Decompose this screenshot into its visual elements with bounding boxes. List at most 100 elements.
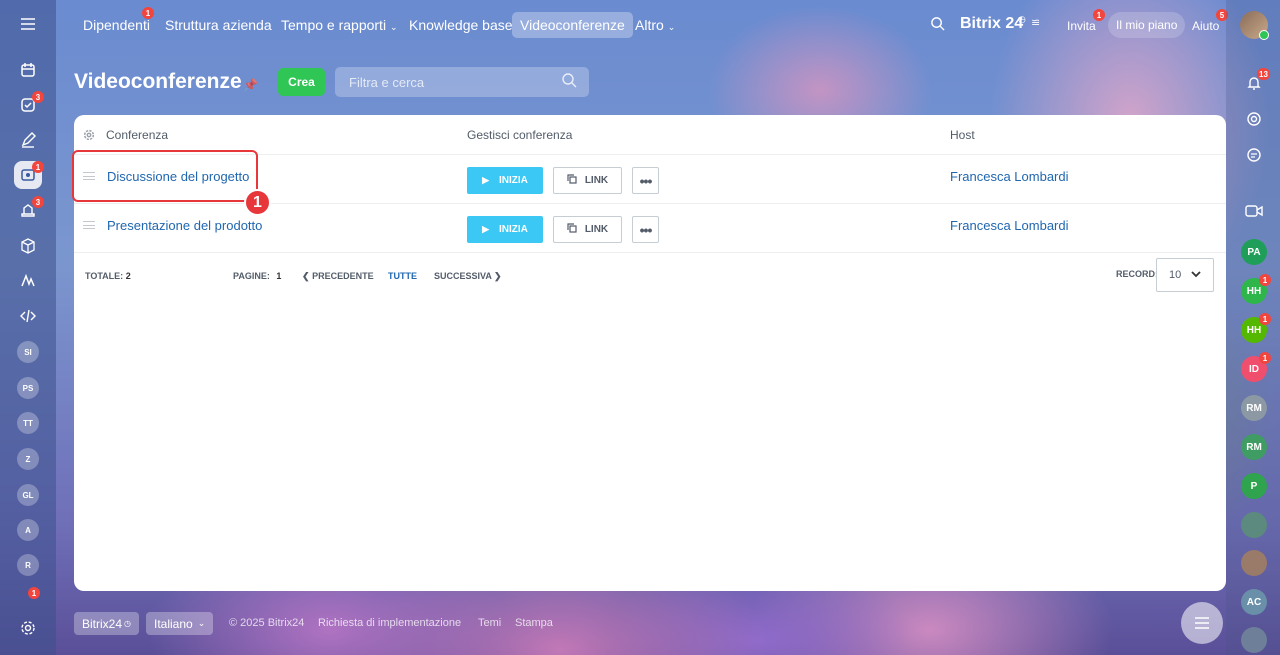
avatar[interactable]: GL [17,484,39,506]
copy-link-button[interactable]: LINK [553,167,622,194]
column-header-conference[interactable]: Conferenza [106,128,168,142]
right-sidebar: 13 PA HH 1 HH 1 ID 1 RM RM P AC [1226,0,1280,655]
box-icon[interactable] [14,232,42,260]
total-value: 2 [125,271,131,281]
host-link[interactable]: Francesca Lombardi [950,169,1069,184]
contact-avatar[interactable]: PA [1241,239,1267,265]
chat-icon[interactable] [1241,142,1267,168]
sites-icon[interactable]: 3 [14,196,44,224]
contact-avatar[interactable]: RM [1241,434,1267,460]
nav-item-altro[interactable]: Altro ⌄ [635,12,675,38]
contact-avatar[interactable]: AC [1241,589,1267,615]
copilot-icon[interactable] [1241,106,1267,132]
copy-icon [567,174,577,187]
tasks-icon[interactable]: 3 [14,91,44,119]
videoconf-badge: 1 [32,161,44,173]
next-label: SUCCESSIVA [434,271,492,281]
group-chat-avatar[interactable] [1241,512,1267,538]
start-conference-button[interactable]: ▶ INIZIA [467,216,543,243]
conference-name-link[interactable]: Presentazione del prodotto [107,218,262,233]
drag-handle-icon[interactable] [83,221,95,229]
search-input[interactable] [335,67,589,97]
pin-icon[interactable]: 📌 [243,78,258,92]
language-select[interactable]: Italiano ⌄ [146,612,214,635]
nav-item-struttura[interactable]: Struttura azienda [165,12,272,38]
column-header-host[interactable]: Host [950,128,975,142]
all-pages-link[interactable]: TUTTE [388,271,417,281]
sites-badge: 3 [32,196,44,208]
invite-button[interactable]: Invita [1067,13,1096,39]
search-icon[interactable] [930,16,945,36]
chevron-left-icon: ❮ [302,271,310,281]
chat-menu-fab[interactable] [1181,602,1223,644]
settings-gear-icon[interactable] [14,614,42,642]
avatar[interactable]: Z [17,448,39,470]
chevron-down-icon: ⌄ [389,22,398,32]
developer-icon[interactable] [14,302,42,330]
play-icon: ▶ [482,175,490,185]
menu-icon[interactable] [14,10,42,38]
language-label: Italiano [154,616,193,631]
avatar[interactable]: A [17,519,39,541]
help-button[interactable]: Aiuto [1192,13,1219,39]
footer-brand-button[interactable]: Bitrix24 ◷ [74,612,139,635]
more-actions-button[interactable]: ••• [632,167,659,194]
previous-page-link[interactable]: ❮ PRECEDENTE [302,271,374,282]
host-link[interactable]: Francesca Lombardi [950,218,1069,233]
themes-link[interactable]: Temi [478,617,501,629]
clock-icon: ◷ [1018,14,1026,24]
implementation-link[interactable]: Richiesta di implementazione [318,617,461,629]
contact-avatar[interactable]: P [1241,473,1267,499]
record-label: RECORD: [1116,269,1158,279]
records-per-page-select[interactable]: 10 [1156,258,1214,292]
next-page-link[interactable]: SUCCESSIVA ❯ [434,271,502,282]
start-conference-button[interactable]: ▶ INIZIA [467,167,543,194]
start-label: INIZIA [499,175,528,186]
pages-info: PAGINE: 1 [233,271,281,281]
dipendenti-badge: 1 [142,7,154,19]
status-online-icon [1259,30,1269,40]
more-actions-button[interactable]: ••• [632,216,659,243]
contact-photo-avatar[interactable] [1241,550,1267,576]
filter-settings-icon[interactable]: ≌ [1031,16,1040,29]
create-button[interactable]: Crea [278,68,325,96]
videocall-icon[interactable] [1241,198,1267,224]
nav-item-tempo-rapporti[interactable]: Tempo e rapporti ⌄ [281,12,398,38]
contact-avatar[interactable]: RM [1241,395,1267,421]
copy-link-button[interactable]: LINK [553,216,622,243]
list-icon [1195,617,1209,629]
nav-label: Altro [635,17,664,33]
nav-item-knowledge-base[interactable]: Knowledge base [409,12,513,38]
total-label: TOTALE: [85,271,124,281]
link-label: LINK [584,224,609,235]
nav-item-dipendenti[interactable]: Dipendenti [83,12,150,38]
clock-icon: ◷ [124,619,131,628]
nav-label: Tempo e rapporti [281,17,387,33]
page-title: Videoconferenze [74,70,242,93]
search-icon[interactable] [561,72,577,88]
feed-icon[interactable] [14,126,42,154]
bottom-badge: 1 [28,587,40,599]
automation-icon[interactable] [14,267,42,295]
my-plan-button[interactable]: Il mio piano [1108,12,1186,38]
copyright-text: © 2025 Bitrix24 [229,617,305,629]
videoconference-nav-icon[interactable]: 1 [14,161,44,189]
chevron-down-icon: ⌄ [197,618,206,628]
previous-label: PRECEDENTE [312,271,374,281]
record-value: 10 [1169,269,1182,281]
annotation-step-badge: 1 [244,189,271,216]
avatar[interactable]: TT [17,412,39,434]
avatar[interactable]: PS [17,377,39,399]
nav-item-videoconferenze[interactable]: Videoconferenze [512,12,633,38]
contact-photo-avatar[interactable] [1241,627,1267,653]
print-link[interactable]: Stampa [515,617,553,629]
avatar[interactable]: SI [17,341,39,363]
gear-icon[interactable] [83,128,95,146]
footer-brand: Bitrix24 [82,616,123,631]
avatar[interactable]: R [17,554,39,576]
left-sidebar: 3 1 3 SI PS TT Z GL A R 1 [0,0,56,655]
calendar-icon[interactable] [14,56,42,84]
chevron-right-icon: ❯ [494,271,502,281]
more-dots-icon: ••• [639,172,653,189]
contact-badge: 1 [1259,352,1271,364]
